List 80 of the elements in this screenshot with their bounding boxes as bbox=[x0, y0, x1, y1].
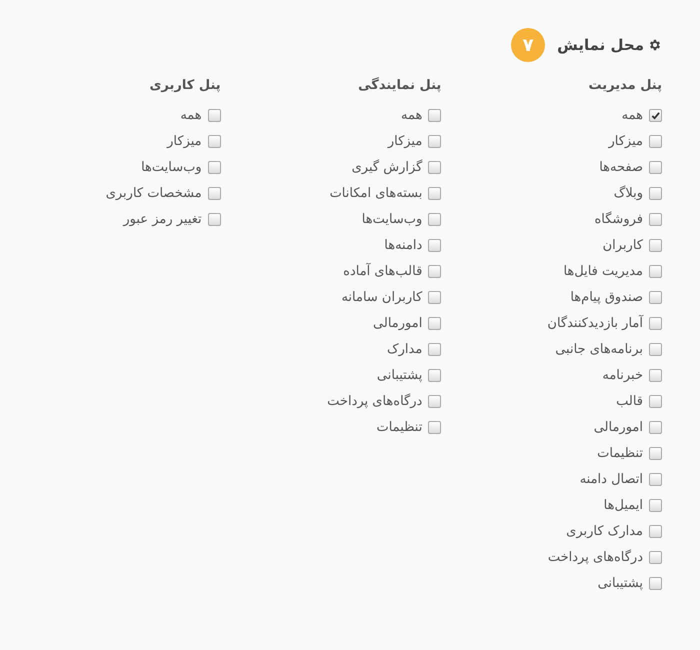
section-title: محل نمایش bbox=[557, 36, 644, 54]
checkbox-label: همه bbox=[622, 108, 643, 122]
checkbox-label: تنظیمات bbox=[597, 446, 643, 460]
checkbox-label: مدارک کاربری bbox=[566, 524, 643, 538]
checkbox[interactable] bbox=[428, 342, 442, 356]
checkbox[interactable] bbox=[428, 368, 442, 382]
checkbox-label: میزکار bbox=[167, 134, 202, 148]
checkbox-label: صندوق پیام‌ها bbox=[570, 290, 643, 304]
gear-icon bbox=[648, 38, 662, 52]
checkbox-label: تنظیمات bbox=[376, 420, 422, 434]
checkbox-label: امورمالی bbox=[594, 420, 643, 434]
checkbox-label: فروشگاه bbox=[594, 212, 643, 226]
checkbox-label: درگاه‌های پرداخت bbox=[327, 394, 422, 408]
checkbox[interactable] bbox=[649, 134, 662, 148]
checkbox-label: میزکار bbox=[608, 134, 643, 148]
checkbox[interactable] bbox=[428, 290, 442, 304]
checkbox-label: کاربران bbox=[602, 238, 643, 252]
checkbox-label: اتصال دامنه bbox=[580, 472, 643, 486]
checkbox[interactable] bbox=[649, 108, 662, 122]
checkbox[interactable] bbox=[428, 186, 442, 200]
checkbox[interactable] bbox=[208, 160, 221, 174]
checkbox[interactable] bbox=[649, 472, 662, 486]
checkbox[interactable] bbox=[428, 316, 442, 330]
checkbox-label: ایمیل‌ها bbox=[604, 498, 643, 512]
checkbox[interactable] bbox=[428, 134, 442, 148]
step-badge: ۷ bbox=[511, 28, 546, 62]
checkbox-label: امورمالی bbox=[373, 316, 422, 330]
checkbox[interactable] bbox=[649, 550, 662, 564]
checkbox[interactable] bbox=[649, 420, 662, 434]
checkbox-label: همه bbox=[400, 108, 422, 122]
checkbox-label: صفحه‌ها bbox=[599, 160, 643, 174]
checkbox[interactable] bbox=[649, 368, 662, 382]
checkbox[interactable] bbox=[649, 498, 662, 512]
checkbox[interactable] bbox=[649, 576, 662, 590]
checkbox[interactable] bbox=[428, 212, 442, 226]
checkbox[interactable] bbox=[649, 160, 662, 174]
checkbox[interactable] bbox=[428, 394, 442, 408]
checkbox-label: دامنه‌ها bbox=[384, 238, 422, 252]
checkbox-label: مشخصات کاربری bbox=[106, 186, 202, 200]
checkbox[interactable] bbox=[649, 264, 662, 278]
checkbox[interactable] bbox=[428, 264, 442, 278]
checkbox[interactable] bbox=[649, 186, 662, 200]
checkbox-label: بسته‌های امکانات bbox=[330, 186, 422, 200]
checkbox-label: خبرنامه bbox=[602, 368, 643, 382]
checkbox-label: قالب‌های آماده bbox=[343, 264, 422, 278]
panel-title: پنل مدیریت bbox=[588, 77, 662, 95]
checkbox-label: آمار بازدیدکنندگان bbox=[547, 316, 643, 330]
checkbox-label: تغییر رمز عبور bbox=[123, 212, 202, 226]
checkbox[interactable] bbox=[649, 316, 662, 330]
checkbox[interactable] bbox=[649, 394, 662, 408]
checkbox[interactable] bbox=[208, 108, 221, 122]
checkbox-label: مدیریت فایل‌ها bbox=[563, 264, 643, 278]
checkbox-label: پشتیبانی bbox=[376, 368, 422, 382]
checkbox-label: وب‌سایت‌ها bbox=[141, 160, 202, 174]
checkbox-label: میزکار bbox=[388, 134, 422, 148]
checkbox-label: کاربران سامانه bbox=[341, 290, 422, 304]
checkbox-label: برنامه‌های جانبی bbox=[555, 342, 643, 356]
checkbox-label: پشتیبانی bbox=[598, 576, 643, 590]
checkbox-label: مدارک bbox=[387, 342, 422, 356]
checkbox-label: گزارش گیری bbox=[352, 160, 422, 174]
checkbox[interactable] bbox=[208, 212, 221, 226]
checkbox[interactable] bbox=[649, 212, 662, 226]
checkbox[interactable] bbox=[428, 108, 442, 122]
checkbox-label: همه bbox=[180, 108, 202, 122]
checkbox[interactable] bbox=[649, 238, 662, 252]
checkbox-label: قالب bbox=[616, 394, 643, 408]
panel-title: پنل نمایندگی bbox=[357, 76, 442, 95]
checkbox-label: وب‌سایت‌ها bbox=[362, 212, 422, 226]
checkbox[interactable] bbox=[649, 446, 662, 460]
checkbox[interactable] bbox=[208, 186, 221, 200]
checkbox[interactable] bbox=[428, 160, 442, 174]
checkbox[interactable] bbox=[208, 134, 221, 148]
panel-title: پنل کاربری bbox=[148, 77, 221, 95]
checkbox[interactable] bbox=[428, 238, 442, 252]
checkbox[interactable] bbox=[649, 524, 662, 538]
checkbox-label: وبلاگ bbox=[614, 186, 643, 200]
checkbox[interactable] bbox=[428, 420, 442, 434]
checkbox[interactable] bbox=[649, 290, 662, 304]
checkbox-label: درگاه‌های پرداخت bbox=[548, 550, 643, 564]
checkbox[interactable] bbox=[649, 342, 662, 356]
